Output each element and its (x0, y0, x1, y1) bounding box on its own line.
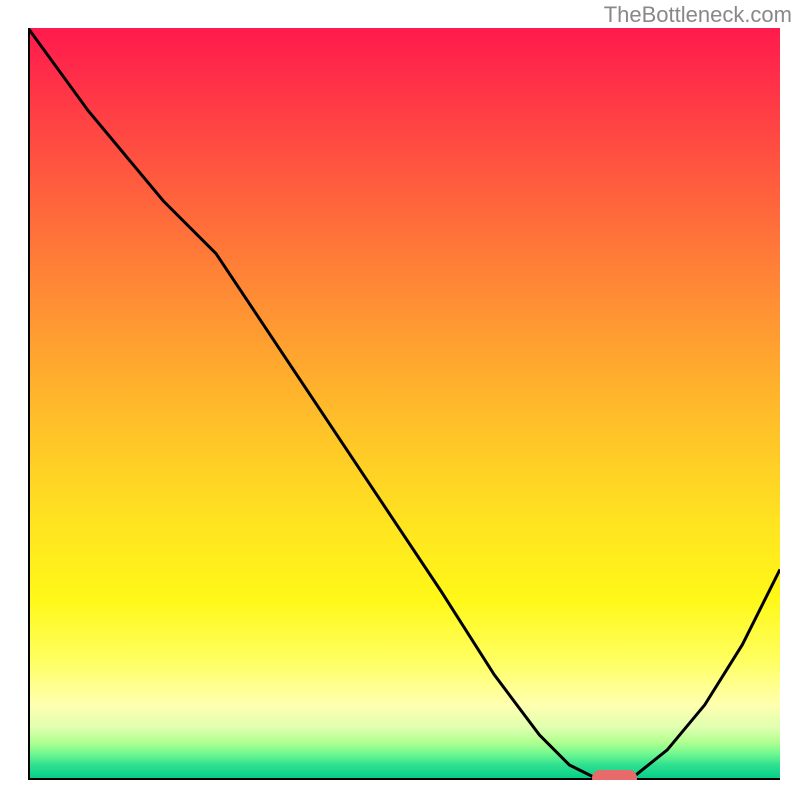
chart-container: TheBottleneck.com (0, 0, 800, 800)
watermark-text: TheBottleneck.com (604, 2, 792, 28)
gradient-background (28, 28, 780, 780)
plot-area (28, 28, 780, 780)
